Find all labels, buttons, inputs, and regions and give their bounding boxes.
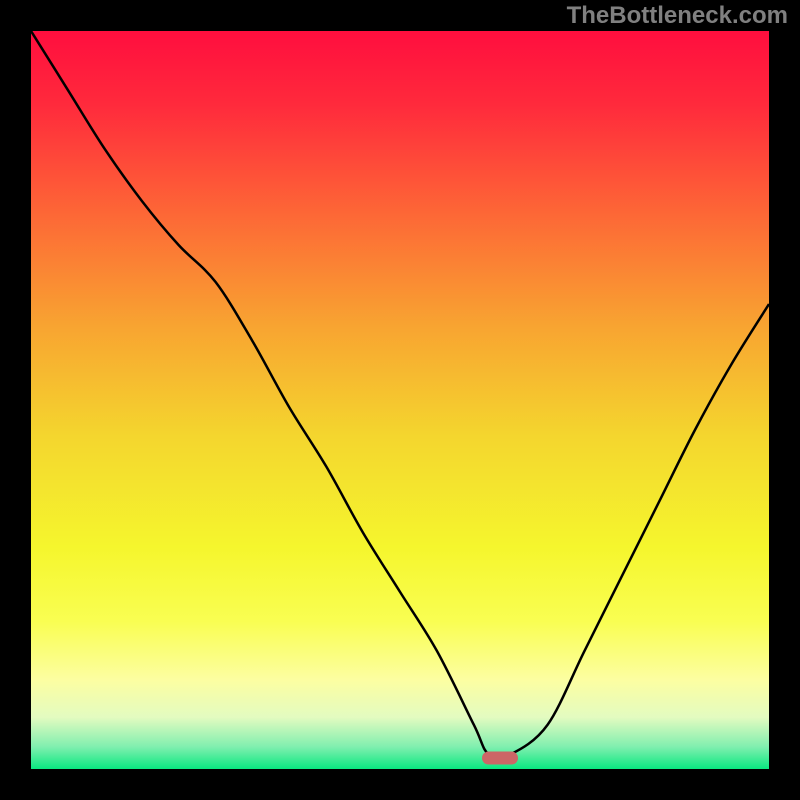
watermark-text: TheBottleneck.com (567, 2, 788, 30)
bottleneck-curve (31, 31, 769, 769)
optimal-marker (482, 751, 518, 764)
chart-container: TheBottleneck.com (0, 0, 800, 800)
plot-area (31, 31, 769, 769)
